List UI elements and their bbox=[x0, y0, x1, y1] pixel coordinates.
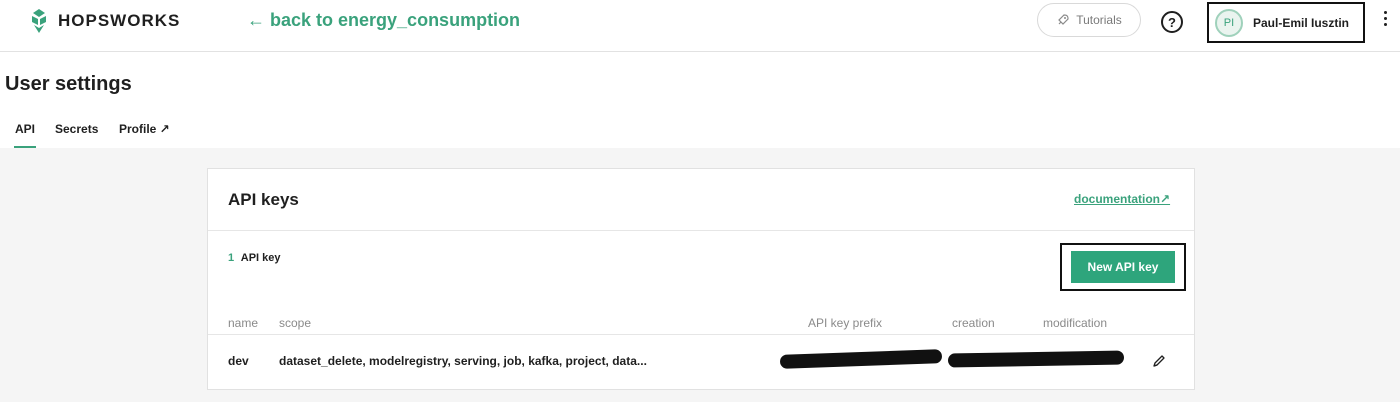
api-key-count-number: 1 bbox=[228, 252, 235, 264]
settings-tabs: API Secrets Profile ↗ bbox=[0, 112, 1400, 148]
new-api-key-button[interactable]: New API key bbox=[1071, 251, 1175, 283]
hop-logo-icon bbox=[32, 9, 46, 33]
rocket-icon bbox=[1058, 14, 1069, 25]
user-menu[interactable]: PI Paul-Emil Iusztin bbox=[1207, 2, 1365, 43]
documentation-link[interactable]: documentation↗ bbox=[1074, 192, 1170, 206]
tutorials-button[interactable]: Tutorials bbox=[1037, 3, 1141, 37]
help-icon[interactable]: ? bbox=[1161, 11, 1183, 33]
pencil-icon[interactable] bbox=[1152, 354, 1166, 368]
tab-secrets[interactable]: Secrets bbox=[55, 122, 98, 136]
row-name: dev bbox=[228, 354, 249, 368]
brand-name: HOPSWORKS bbox=[58, 11, 181, 30]
api-keys-card: API keys documentation↗ 1 API key New AP… bbox=[207, 168, 1195, 390]
row-scope: dataset_delete, modelregistry, serving, … bbox=[279, 354, 647, 368]
column-header-modification: modification bbox=[1043, 316, 1108, 330]
avatar: PI bbox=[1215, 8, 1243, 37]
user-name: Paul-Emil Iusztin bbox=[1253, 15, 1350, 30]
api-key-count-label: API key bbox=[240, 252, 281, 264]
column-header-scope: scope bbox=[279, 316, 312, 330]
column-header-creation: creation bbox=[952, 316, 995, 330]
brand-logo[interactable]: HOPSWORKS bbox=[28, 8, 180, 34]
tutorials-label: Tutorials bbox=[1076, 13, 1122, 27]
new-api-key-highlight: New API key bbox=[1060, 243, 1186, 291]
redacted-prefix bbox=[779, 349, 943, 369]
column-header-prefix: API key prefix bbox=[808, 316, 883, 330]
page-title: User settings bbox=[5, 73, 132, 95]
card-title: API keys bbox=[228, 190, 299, 209]
more-options-icon[interactable] bbox=[1382, 11, 1388, 26]
tab-profile[interactable]: Profile ↗ bbox=[119, 122, 170, 136]
back-to-project-link[interactable]: ← back to energy_consumption bbox=[247, 10, 520, 31]
column-header-name: name bbox=[228, 316, 259, 330]
divider bbox=[208, 334, 1194, 335]
top-bar: HOPSWORKS ← back to energy_consumption T… bbox=[0, 0, 1400, 52]
redacted-dates bbox=[947, 350, 1125, 368]
divider bbox=[208, 230, 1194, 231]
api-key-count: 1 API key bbox=[228, 252, 281, 264]
tab-api[interactable]: API bbox=[15, 122, 35, 136]
